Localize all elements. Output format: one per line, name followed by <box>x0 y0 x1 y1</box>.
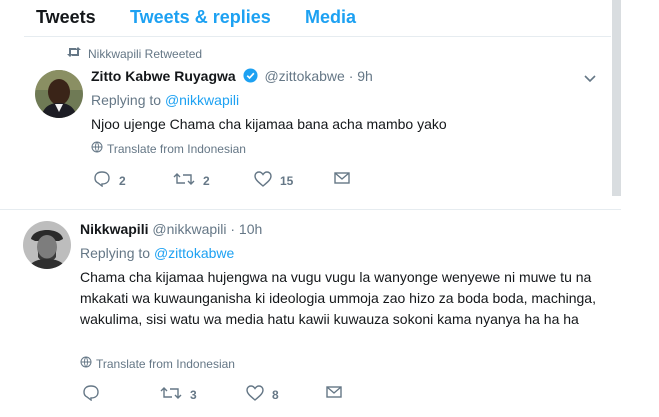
replying-to-label: Replying to <box>80 245 154 261</box>
tweet-actions: 2 2 15 <box>91 171 391 191</box>
reply-button[interactable]: 2 <box>93 171 126 190</box>
author-handle[interactable]: @nikkwapili <box>152 221 226 237</box>
tweet-text: Njoo ujenge Chama cha kijamaa bana acha … <box>91 116 447 132</box>
tweet-header: Nikkwapili @nikkwapili · 10h <box>80 221 262 237</box>
tweet-reply[interactable]: Nikkwapili @nikkwapili · 10h Replying to… <box>0 210 621 417</box>
tab-tweets[interactable]: Tweets <box>36 7 96 28</box>
retweet-icon <box>160 385 182 404</box>
like-count: 15 <box>280 173 294 188</box>
author-name[interactable]: Zitto Kabwe Ruyagwa <box>91 68 236 84</box>
tweet-header: Zitto Kabwe Ruyagwa @zittokabwe · 9h <box>91 68 373 86</box>
reply-count: 2 <box>119 173 126 188</box>
translate-link[interactable]: Translate from Indonesian <box>80 356 235 371</box>
reply-icon <box>93 171 111 190</box>
retweet-label: Nikkwapili Retweeted <box>88 46 203 61</box>
tweet-actions: 3 8 <box>80 385 380 405</box>
envelope-icon <box>326 385 342 402</box>
like-button[interactable]: 8 <box>246 385 279 404</box>
tab-media[interactable]: Media <box>305 7 356 28</box>
retweet-icon <box>66 46 82 61</box>
translate-label: Translate from Indonesian <box>96 356 235 371</box>
replying-to: Replying to @zittokabwe <box>80 245 234 261</box>
tweet-retweeted[interactable]: Nikkwapili Retweeted Zitto Kabwe Ruyagwa… <box>0 37 621 208</box>
heart-icon <box>246 385 264 404</box>
chevron-down-icon[interactable] <box>581 69 599 87</box>
globe-icon <box>91 141 103 156</box>
retweet-count: 3 <box>190 387 197 402</box>
like-count: 8 <box>272 387 279 402</box>
retweet-icon <box>173 171 195 190</box>
profile-tabs: Tweets Tweets & replies Media <box>0 0 621 36</box>
heart-icon <box>254 171 272 190</box>
tweet-time[interactable]: · 10h <box>230 221 262 237</box>
like-button[interactable]: 15 <box>254 171 293 190</box>
author-handle[interactable]: @zittokabwe <box>264 68 344 84</box>
author-name[interactable]: Nikkwapili <box>80 221 148 237</box>
avatar[interactable] <box>35 70 83 118</box>
tweet-text: Chama cha kijamaa hujengwa na vugu vugu … <box>80 269 596 327</box>
message-button[interactable] <box>334 171 350 188</box>
retweet-button[interactable]: 2 <box>173 171 210 190</box>
replying-to-handle[interactable]: @nikkwapili <box>165 92 239 108</box>
retweet-count: 2 <box>203 173 210 188</box>
avatar[interactable] <box>23 221 71 269</box>
translate-label: Translate from Indonesian <box>107 141 246 156</box>
verified-icon <box>243 68 258 86</box>
replying-to: Replying to @nikkwapili <box>91 92 239 108</box>
tweet-time[interactable]: · 9h <box>349 68 373 84</box>
tab-tweets-and-replies[interactable]: Tweets & replies <box>130 7 271 28</box>
replying-to-label: Replying to <box>91 92 165 108</box>
globe-icon <box>80 356 92 371</box>
envelope-icon <box>334 171 350 188</box>
replying-to-handle[interactable]: @zittokabwe <box>154 245 234 261</box>
translate-link[interactable]: Translate from Indonesian <box>91 141 246 156</box>
reply-icon <box>82 385 100 404</box>
message-button[interactable] <box>326 385 342 402</box>
retweet-context: Nikkwapili Retweeted <box>66 46 202 61</box>
retweet-button[interactable]: 3 <box>160 385 197 404</box>
reply-button[interactable] <box>82 385 108 404</box>
